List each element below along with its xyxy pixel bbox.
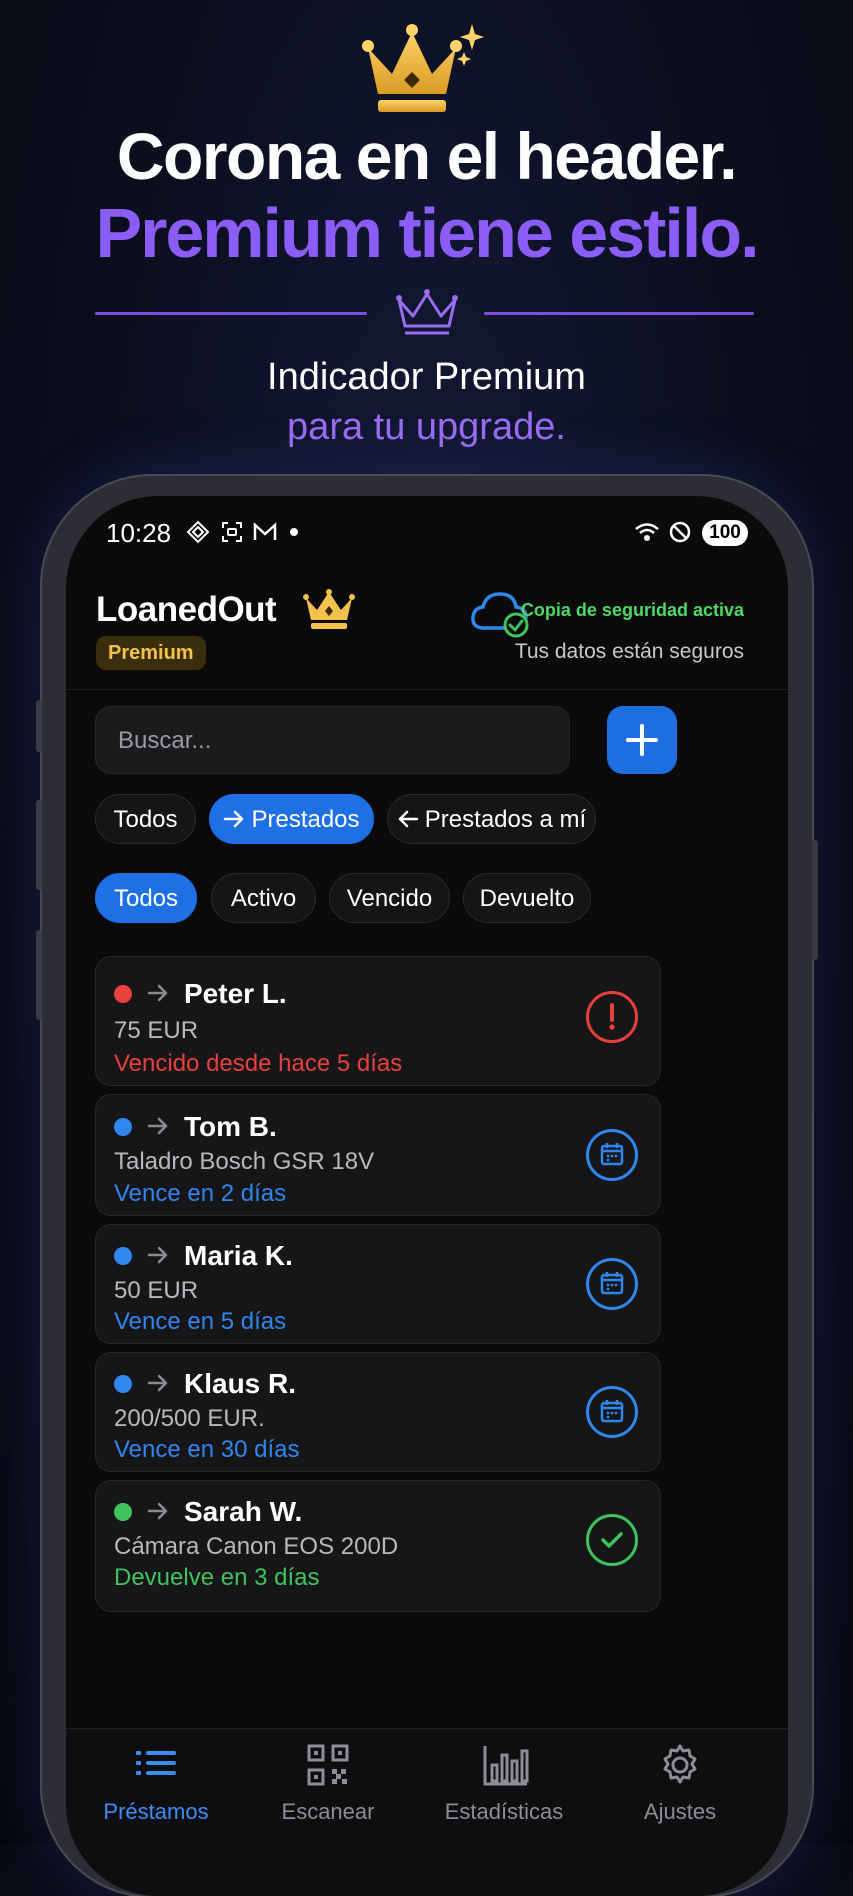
borrower-name: Peter L. [184,978,287,1009]
chip-label: Devuelto [479,885,575,912]
filter-direction-borrowed[interactable]: Prestados a mí [387,794,596,844]
tab-scan[interactable]: Escanear [238,1729,418,1849]
loan-detail: 50 EUR [114,1277,199,1304]
status-bar: 10:28 100 [66,496,788,566]
loan-card[interactable]: Peter L. 75 EUR Vencido desde hace 5 día… [95,956,661,1086]
tab-label: Ajustes [643,1799,717,1824]
add-loan-button[interactable] [607,706,677,774]
promo-hero: Corona en el header. Premium tiene estil… [0,0,853,470]
search-placeholder: Buscar... [118,727,212,754]
backup-status: Copia de seguridad activa [520,600,744,620]
wifi-icon [635,523,659,541]
headline-accent: Premium tiene estilo. [95,194,759,272]
status-dot [114,1375,132,1393]
battery-indicator: 100 [702,520,748,546]
divider-right [484,312,754,315]
borrower-name: Klaus R. [184,1368,297,1399]
loan-detail: 75 EUR [114,1017,199,1044]
borrower-name: Sarah W. [184,1496,303,1527]
tab-label: Préstamos [103,1799,209,1824]
crown-icon [362,24,484,112]
chip-label: Prestados a mí [424,806,587,833]
loan-detail: 200/500 EUR. [114,1405,265,1432]
arrow-right-icon [147,1246,168,1264]
subtitle-accent: para tu upgrade. [287,406,566,448]
filter-status-active[interactable]: Activo [211,873,316,923]
arrow-left-icon [398,810,419,828]
loan-status: Devuelve en 3 días [114,1564,320,1591]
loan-status: Vence en 2 días [114,1180,287,1207]
tab-label: Escanear [281,1799,375,1824]
loan-card[interactable]: Klaus R. 200/500 EUR. Vence en 30 días [95,1352,661,1472]
calendar-icon [586,1129,638,1181]
chip-label: Todos [113,885,179,912]
search-input[interactable]: Buscar... [95,706,570,774]
mail-m-icon [253,522,277,540]
status-dot [114,985,132,1003]
loan-detail: Taladro Bosch GSR 18V [114,1148,375,1175]
bottom-tab-bar: Préstamos Escanear Estadísticas Ajustes [66,1728,788,1896]
notification-dot-icon [290,528,298,536]
status-dot [114,1503,132,1521]
status-time: 10:28 [106,518,172,548]
tab-label: Estadísticas [444,1799,564,1824]
loan-card[interactable]: Maria K. 50 EUR Vence en 5 días [95,1224,661,1344]
arrow-right-icon [147,1502,168,1520]
alert-icon [586,991,638,1043]
check-icon [586,1514,638,1566]
filter-status-all[interactable]: Todos [95,873,197,923]
loan-status: Vencido desde hace 5 días [114,1050,403,1077]
subtitle: Indicador Premium [267,356,586,398]
arrow-right-icon [147,984,168,1002]
filter-direction-lent[interactable]: Prestados [209,794,374,844]
borrower-name: Tom B. [184,1111,277,1142]
status-dot [114,1247,132,1265]
loan-card[interactable]: Tom B. Taladro Bosch GSR 18V Vence en 2 … [95,1094,661,1216]
phone-power-button [812,840,818,960]
tab-statistics[interactable]: Estadísticas [414,1729,594,1849]
chip-label: Activo [230,885,297,912]
status-dot [114,1118,132,1136]
list-icon [136,1751,176,1775]
loan-detail: Cámara Canon EOS 200D [114,1533,399,1560]
do-not-disturb-icon [669,521,691,543]
backup-subtitle: Tus datos están seguros [514,640,744,663]
qr-icon [307,1744,349,1786]
app-screen: 10:28 100 LoanedOut Premium Copia de seg… [66,496,788,1896]
filter-direction-all[interactable]: Todos [95,794,196,844]
borrower-name: Maria K. [184,1240,293,1271]
divider-left [95,312,367,315]
tab-loans[interactable]: Préstamos [66,1729,246,1849]
gear-icon [663,1744,697,1784]
premium-crown-icon [303,589,355,629]
calendar-icon [586,1258,638,1310]
crown-outline-icon [396,289,458,335]
filter-status-returned[interactable]: Devuelto [463,873,591,923]
arrow-right-icon [147,1117,168,1135]
loan-card[interactable]: Sarah W. Cámara Canon EOS 200D Devuelve … [95,1480,661,1612]
phone-side-button [36,800,42,890]
tab-settings[interactable]: Ajustes [590,1729,770,1849]
chip-label: Prestados [251,806,360,833]
plus-icon [626,724,658,756]
calendar-icon [586,1386,638,1438]
diamond-icon [186,520,210,544]
header-divider [66,689,788,690]
loan-status: Vence en 5 días [114,1308,287,1335]
chart-icon [483,1746,529,1786]
premium-badge: Premium [96,636,206,670]
filter-status-overdue[interactable]: Vencido [329,873,450,923]
chip-label: Todos [113,806,178,833]
headline: Corona en el header. [116,119,738,193]
arrow-right-icon [224,810,244,828]
scan-face-icon [222,522,242,542]
arrow-right-icon [147,1374,168,1392]
phone-side-button [36,930,42,1020]
phone-side-button [36,700,42,752]
loan-status: Vence en 30 días [114,1436,300,1463]
chip-label: Vencido [346,885,433,912]
app-title: LoanedOut [96,590,277,629]
